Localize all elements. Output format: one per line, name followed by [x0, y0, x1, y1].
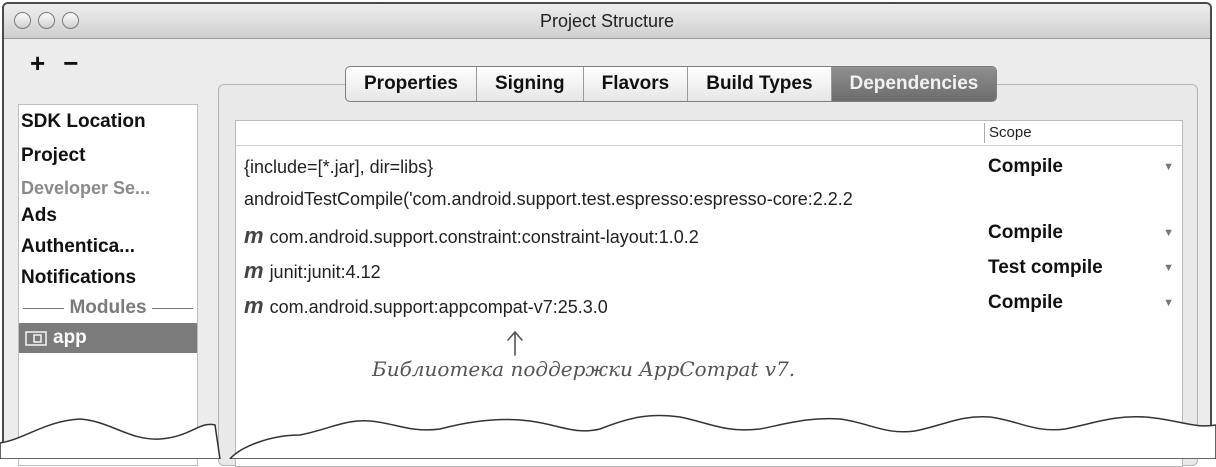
tab-flavors[interactable]: Flavors	[584, 67, 689, 101]
app-module-label: app	[53, 327, 87, 348]
chevron-down-icon[interactable]: ▼	[1163, 161, 1174, 173]
modules-separator: Modules	[23, 297, 193, 319]
table-row[interactable]: m com.android.support:appcompat-v7:25.3.0…	[236, 287, 1182, 319]
tab-dependencies[interactable]: Dependencies	[831, 67, 997, 101]
sidebar-item-project[interactable]: Project	[21, 145, 85, 167]
dependency-name: junit:junit:4.12	[269, 262, 381, 282]
scope-value[interactable]: Test compile	[988, 257, 1103, 279]
torn-edge-decoration	[0, 414, 1216, 459]
dependency-name: com.android.support:appcompat-v7:25.3.0	[269, 297, 608, 317]
table-row[interactable]: {include=[*.jar], dir=libs} Compile ▼	[236, 151, 1182, 183]
maven-icon: m	[244, 258, 264, 283]
sidebar-item-app[interactable]: app	[19, 323, 197, 353]
tab-build-types[interactable]: Build Types	[688, 67, 832, 101]
chevron-down-icon[interactable]: ▼	[1163, 227, 1174, 239]
table-row[interactable]: m com.android.support.constraint:constrai…	[236, 217, 1182, 249]
add-module-button[interactable]: +	[30, 48, 45, 79]
maven-icon: m	[244, 293, 264, 318]
annotation-arrow-icon	[507, 330, 523, 356]
sidebar-item-developer-services[interactable]: Developer Se...	[21, 178, 150, 199]
dependency-name: androidTestCompile('com.android.support.…	[244, 189, 853, 209]
table-row[interactable]: androidTestCompile('com.android.support.…	[236, 183, 1182, 215]
sidebar-item-sdk-location[interactable]: SDK Location	[21, 111, 146, 133]
table-header: Scope	[236, 121, 1182, 146]
sidebar-item-notifications[interactable]: Notifications	[21, 267, 136, 289]
scope-value[interactable]: Compile	[988, 292, 1063, 314]
modules-header: Modules	[69, 297, 147, 318]
dependency-name: com.android.support.constraint:constrain…	[269, 227, 699, 247]
window-title: Project Structure	[539, 11, 675, 31]
dependency-name: {include=[*.jar], dir=libs}	[244, 157, 434, 177]
chevron-down-icon[interactable]: ▼	[1163, 297, 1174, 309]
tab-bar: Properties Signing Flavors Build Types D…	[345, 66, 998, 102]
maven-icon: m	[244, 223, 264, 248]
module-folder-icon	[25, 331, 47, 346]
module-toolbar: + −	[30, 48, 96, 79]
scope-value[interactable]: Compile	[988, 222, 1063, 244]
table-row[interactable]: m junit:junit:4.12 Test compile ▼	[236, 252, 1182, 284]
sidebar-item-authentication[interactable]: Authentica...	[21, 236, 135, 258]
sidebar-item-ads[interactable]: Ads	[21, 205, 57, 227]
tab-signing[interactable]: Signing	[477, 67, 584, 101]
remove-module-button[interactable]: −	[63, 48, 78, 79]
annotation-note: Библиотека поддержки AppCompat v7.	[372, 357, 796, 381]
scope-column-header[interactable]: Scope	[984, 123, 1032, 143]
title-bar: Project Structure	[4, 4, 1210, 39]
tab-properties[interactable]: Properties	[346, 67, 477, 101]
chevron-down-icon[interactable]: ▼	[1163, 262, 1174, 274]
scope-value[interactable]: Compile	[988, 156, 1063, 178]
